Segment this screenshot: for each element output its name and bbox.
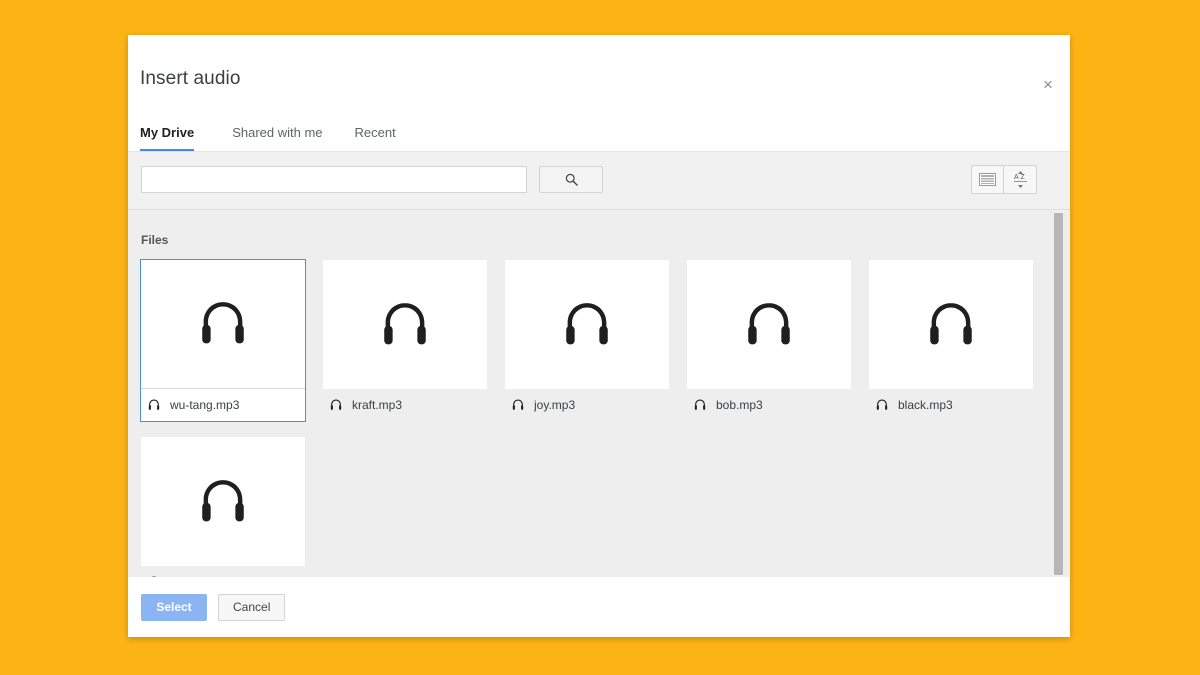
file-caption: wu-tang.mp3 [141,389,305,421]
search-input[interactable] [141,166,527,193]
file-name: black.mp3 [898,398,953,412]
files-section-label: Files [141,233,169,247]
headphones-icon [741,297,797,353]
tab-bar: My Drive Shared with me Recent [140,108,412,152]
file-tile[interactable]: wu-tang.mp3 [140,259,306,422]
file-thumbnail [687,260,851,389]
search-toolbar: A Z [128,152,1070,210]
select-button[interactable]: Select [141,593,207,621]
file-name: kraft.mp3 [352,398,403,412]
headphones-icon [329,398,343,412]
file-tile[interactable]: joy.mp3 [504,259,670,422]
file-tile[interactable]: black.mp3 [868,259,1034,422]
tab-recent-label: Recent [354,125,396,140]
tab-shared-with-me[interactable]: Shared with me [216,125,338,152]
file-thumbnail [141,260,305,389]
list-view-button[interactable] [971,165,1004,194]
file-caption: joy.mp3 [505,389,669,421]
headphones-icon [875,398,889,412]
file-tile[interactable]: bob.mp3 [686,259,852,422]
file-thumbnail [869,260,1033,389]
headphones-icon [195,474,251,530]
svg-text:Z: Z [1020,174,1025,181]
tab-my-drive-label: My Drive [140,125,195,140]
files-scrollbar-thumb[interactable] [1054,213,1063,575]
tab-my-drive[interactable]: My Drive [140,125,216,152]
headphones-icon [511,398,525,412]
sort-az-button[interactable]: A Z [1004,165,1037,194]
file-tile[interactable]: beatles.mp3 [140,436,306,577]
dialog-footer: Select Cancel [128,577,1070,637]
dialog-title: Insert audio [140,68,241,89]
file-caption: beatles.mp3 [141,566,305,577]
search-button[interactable] [539,166,603,193]
headphones-icon [559,297,615,353]
insert-audio-dialog: Insert audio × My Drive Shared with me R… [128,35,1070,637]
search-icon [564,172,579,187]
file-name: bob.mp3 [716,398,763,412]
file-caption: bob.mp3 [687,389,851,421]
list-view-icon [979,173,996,186]
headphones-icon [377,297,433,353]
tab-shared-with-me-label: Shared with me [232,125,323,140]
svg-text:A: A [1014,174,1019,181]
file-thumbnail [141,437,305,566]
sort-az-icon: A Z [1011,170,1030,189]
file-name: joy.mp3 [534,398,576,412]
headphones-icon [147,398,161,412]
file-name: beatles.mp3 [170,575,235,577]
close-icon[interactable]: × [1035,71,1061,97]
headphones-icon [693,398,707,412]
headphones-icon [195,296,251,352]
view-toggle-group: A Z [971,165,1037,194]
file-thumbnail [323,260,487,389]
tab-recent[interactable]: Recent [339,125,412,152]
cancel-button[interactable]: Cancel [218,593,286,621]
headphones-icon [923,297,979,353]
file-thumbnail [505,260,669,389]
files-scroll-area: Files wu-tang.mp3 kraft.mp3 joy.mp3 bob.mp3… [128,210,1070,577]
file-caption: black.mp3 [869,389,1033,421]
file-name: wu-tang.mp3 [170,398,240,412]
headphones-icon [147,575,161,577]
dialog-header: Insert audio × My Drive Shared with me R… [128,35,1070,152]
file-caption: kraft.mp3 [323,389,487,421]
file-tile[interactable]: kraft.mp3 [322,259,488,422]
file-grid: wu-tang.mp3 kraft.mp3 joy.mp3 bob.mp3 black.… [140,259,1050,577]
